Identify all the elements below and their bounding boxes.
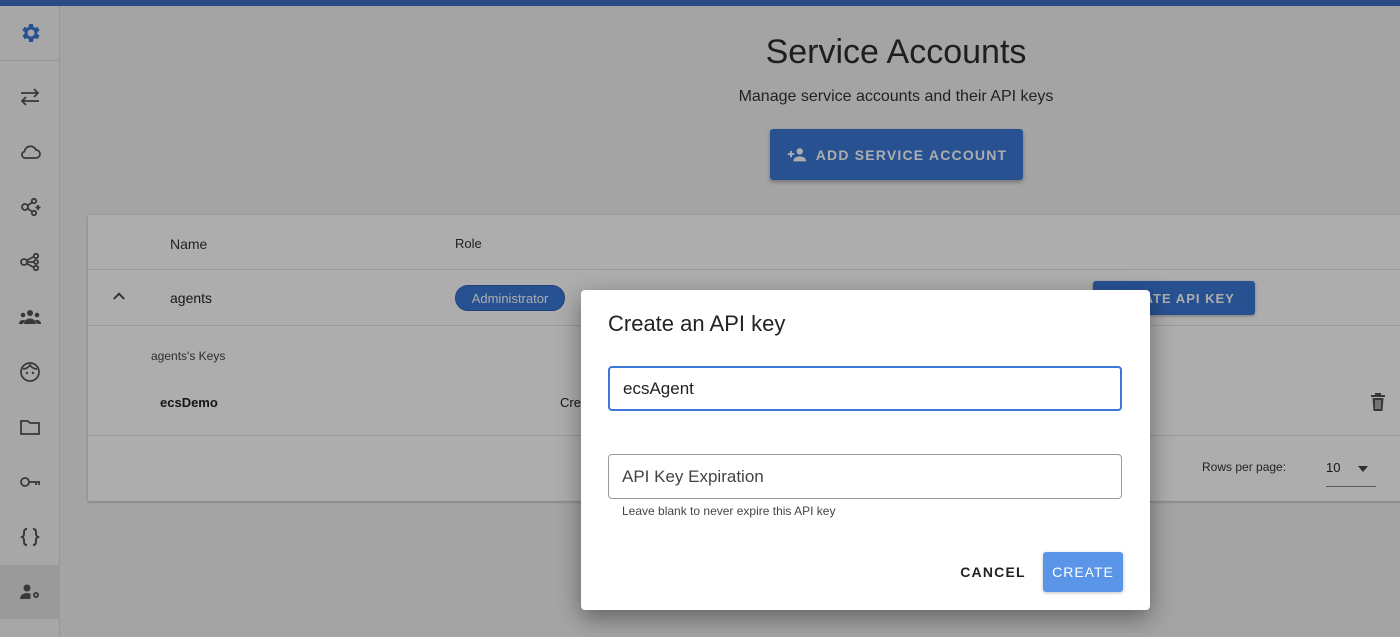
create-button[interactable]: CREATE xyxy=(1043,552,1123,592)
api-key-name-input[interactable]: ecsAgent xyxy=(608,366,1122,411)
expiration-helper-text: Leave blank to never expire this API key xyxy=(622,504,836,518)
api-key-expiration-input[interactable]: API Key Expiration xyxy=(608,454,1122,499)
dialog-title: Create an API key xyxy=(608,311,786,336)
cancel-button[interactable]: CANCEL xyxy=(951,552,1035,592)
create-api-key-dialog: Create an API key ecsAgent API Key Expir… xyxy=(581,290,1150,610)
